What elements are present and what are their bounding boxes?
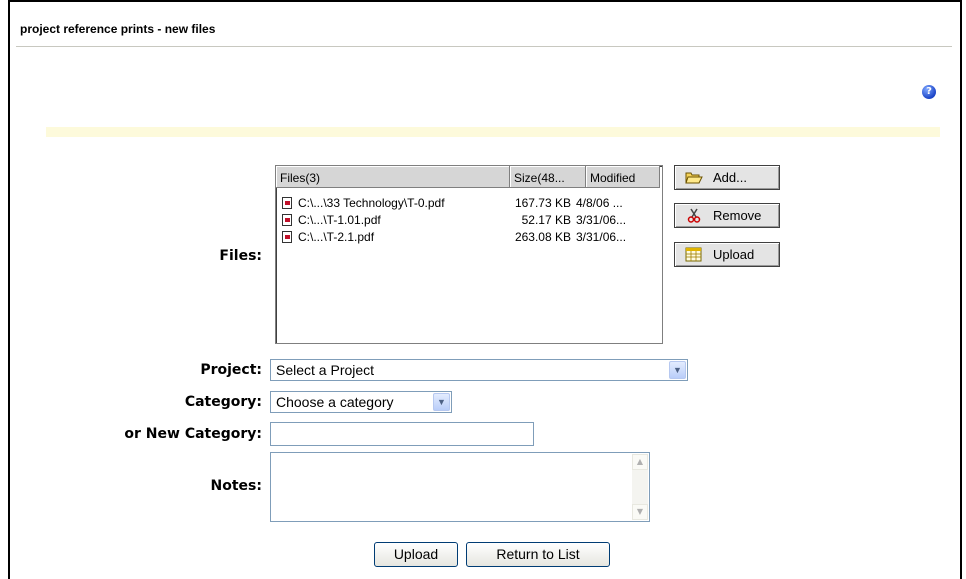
files-label: Files:	[219, 248, 262, 264]
column-size[interactable]: Size(48...	[510, 166, 586, 188]
project-label: Project:	[200, 362, 262, 378]
category-selected-value: Choose a category	[276, 394, 394, 410]
return-to-list-button[interactable]: Return to List	[466, 542, 610, 567]
message-bar	[46, 127, 940, 137]
scroll-down-icon[interactable]: ▼	[632, 504, 648, 520]
add-files-label: Add...	[713, 170, 747, 185]
category-select[interactable]: Choose a category ▼	[270, 391, 452, 413]
file-name: C:\...\T-2.1.pdf	[298, 230, 375, 244]
file-row[interactable]: C:\...\T-2.1.pdf 263.08 KB 3/31/06...	[282, 229, 660, 245]
file-row[interactable]: C:\...\T-1.01.pdf 52.17 KB 3/31/06...	[282, 212, 660, 228]
category-label: Category:	[184, 394, 262, 410]
pdf-file-icon	[282, 214, 292, 226]
chevron-down-icon[interactable]: ▼	[433, 393, 450, 411]
file-row[interactable]: C:\...\33 Technology\T-0.pdf 167.73 KB 4…	[282, 195, 660, 211]
scroll-up-icon[interactable]: ▲	[632, 454, 648, 470]
file-name: C:\...\33 Technology\T-0.pdf	[298, 196, 445, 210]
file-modified: 3/31/06...	[576, 213, 627, 227]
file-list[interactable]: Files(3) Size(48... Modified C:\...\33 T…	[275, 165, 663, 344]
title-divider	[16, 46, 952, 47]
new-category-label: or New Category:	[124, 426, 262, 442]
file-list-header: Files(3) Size(48... Modified	[276, 166, 662, 188]
help-icon[interactable]: ?	[922, 85, 936, 99]
upload-button[interactable]: Upload	[374, 542, 458, 567]
file-size: 263.08 KB	[514, 230, 571, 244]
new-category-input[interactable]	[270, 422, 534, 446]
file-size: 52.17 KB	[521, 213, 571, 227]
scissors-icon	[687, 208, 701, 223]
file-modified: 3/31/06...	[576, 230, 627, 244]
upload-files-button[interactable]: Upload	[674, 242, 780, 267]
file-modified: 4/8/06 ...	[576, 196, 623, 210]
page-title: project reference prints - new files	[20, 22, 216, 36]
pdf-file-icon	[282, 197, 292, 209]
project-selected-value: Select a Project	[276, 362, 375, 378]
notes-label: Notes:	[210, 478, 262, 494]
chevron-down-icon[interactable]: ▼	[669, 361, 686, 379]
pdf-file-icon	[282, 231, 292, 243]
open-folder-icon	[685, 172, 703, 184]
spreadsheet-icon	[685, 247, 702, 262]
page-frame: project reference prints - new files ? F…	[8, 0, 962, 579]
column-files[interactable]: Files(3)	[276, 166, 510, 188]
file-size: 167.73 KB	[514, 196, 571, 210]
remove-file-label: Remove	[713, 208, 762, 223]
column-modified[interactable]: Modified	[586, 166, 660, 188]
remove-file-button[interactable]: Remove	[674, 203, 780, 228]
notes-textarea[interactable]: ▲ ▼	[270, 452, 650, 522]
file-name: C:\...\T-1.01.pdf	[298, 213, 381, 227]
notes-scrollbar[interactable]: ▲ ▼	[632, 454, 648, 520]
upload-files-label: Upload	[713, 247, 755, 262]
add-files-button[interactable]: Add...	[674, 165, 780, 190]
project-select[interactable]: Select a Project ▼	[270, 359, 688, 381]
